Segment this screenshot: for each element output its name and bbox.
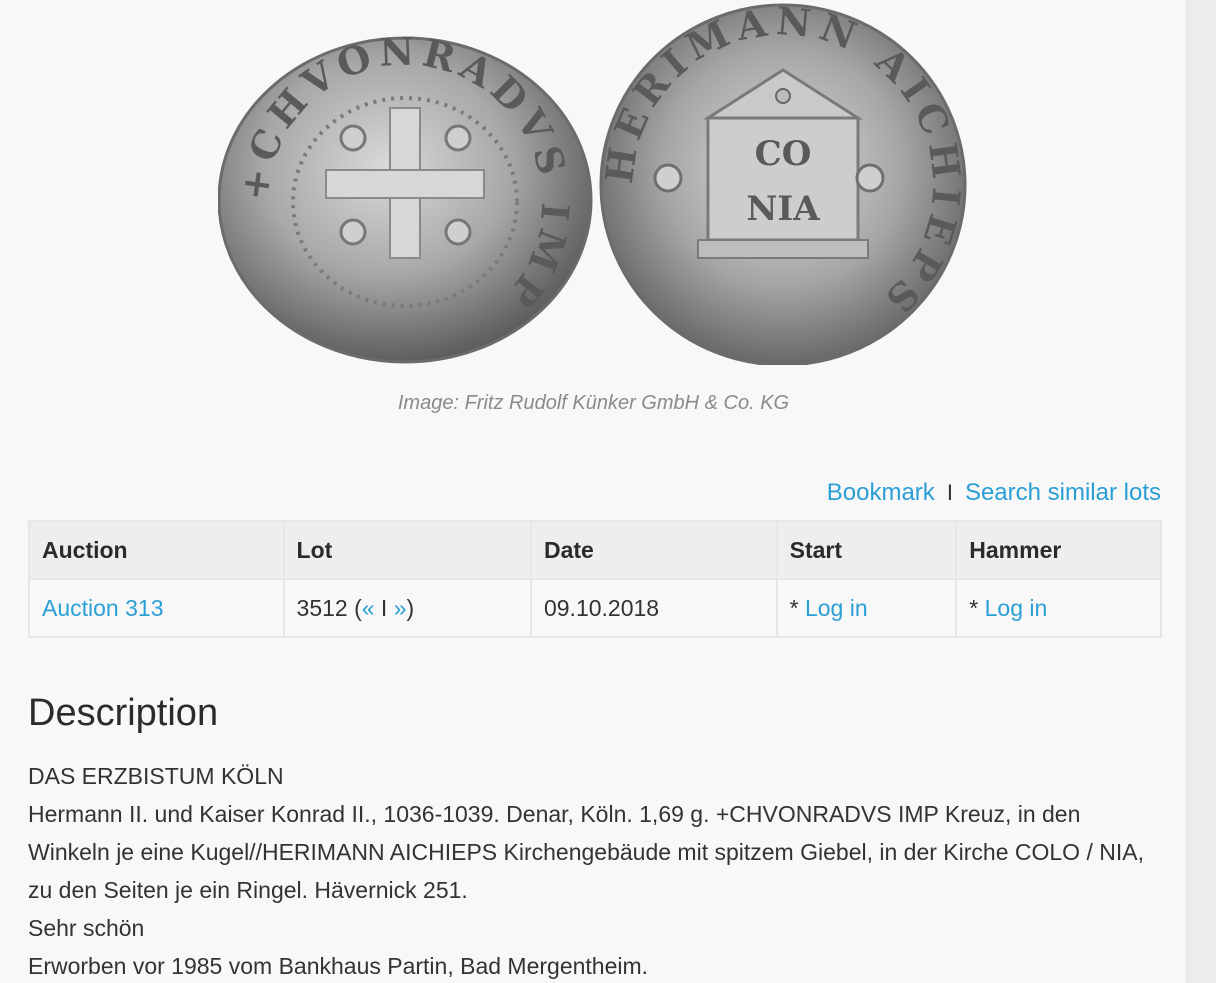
lot-number: 3512 (: [296, 594, 362, 621]
actions-separator: I: [946, 480, 953, 505]
previous-lot-link[interactable]: «: [362, 595, 375, 621]
svg-text:CO: CO: [755, 134, 812, 174]
auction-link[interactable]: Auction 313: [42, 595, 163, 621]
image-caption: Image: Fritz Rudolf Künker GmbH & Co. KG: [397, 392, 790, 414]
header-auction: Auction: [28, 520, 285, 580]
description-text: Hermann II. und Kaiser Konrad II., 1036-…: [28, 801, 1144, 903]
description-heading: Description: [28, 692, 219, 734]
svg-text:NIA: NIA: [746, 189, 820, 229]
cell-date: 09.10.2018: [529, 578, 778, 638]
page-content: +CHVONRADVS IMP HERIMANN AICHIEPS CO NIA: [0, 0, 1187, 983]
description-title: DAS ERZBISTUM KÖLN: [28, 763, 284, 789]
header-lot: Lot: [282, 520, 532, 580]
header-start: Start: [775, 520, 958, 580]
coin-reverse: HERIMANN AICHIEPS CO NIA: [596, 0, 967, 365]
hammer-prefix: *: [969, 594, 985, 621]
cell-auction: Auction 313: [28, 578, 285, 638]
cell-hammer: * Log in: [955, 578, 1162, 638]
next-lot-link[interactable]: »: [394, 595, 407, 621]
lot-nav-separator: I: [374, 594, 394, 621]
header-date: Date: [529, 520, 778, 580]
description-provenance: Erworben vor 1985 vom Bankhaus Partin, B…: [28, 953, 649, 979]
header-hammer: Hammer: [955, 520, 1162, 580]
coin-images[interactable]: +CHVONRADVS IMP HERIMANN AICHIEPS CO NIA: [218, 0, 970, 365]
table-row: Auction 313 3512 (« I ») 09.10.2018 * Lo…: [28, 578, 1162, 638]
cell-lot: 3512 (« I »): [282, 578, 532, 638]
bookmark-link[interactable]: Bookmark: [827, 479, 935, 506]
lot-close-paren: ): [406, 594, 415, 621]
start-prefix: *: [789, 594, 805, 621]
hammer-login-link[interactable]: Log in: [985, 595, 1048, 621]
description-grade: Sehr schön: [28, 915, 145, 941]
start-login-link[interactable]: Log in: [805, 595, 868, 621]
lot-info-table: Auction Lot Date Start Hammer Auction 31…: [28, 520, 1162, 638]
description-body: DAS ERZBISTUM KÖLN Hermann II. und Kaise…: [28, 757, 1168, 983]
search-similar-lots-link[interactable]: Search similar lots: [965, 479, 1161, 506]
coin-obverse: +CHVONRADVS IMP: [218, 28, 593, 364]
vertical-scrollbar[interactable]: [1186, 0, 1216, 983]
cell-start: * Log in: [775, 578, 958, 638]
lot-actions: Bookmark I Search similar lots: [827, 479, 1161, 507]
table-header-row: Auction Lot Date Start Hammer: [28, 520, 1162, 580]
